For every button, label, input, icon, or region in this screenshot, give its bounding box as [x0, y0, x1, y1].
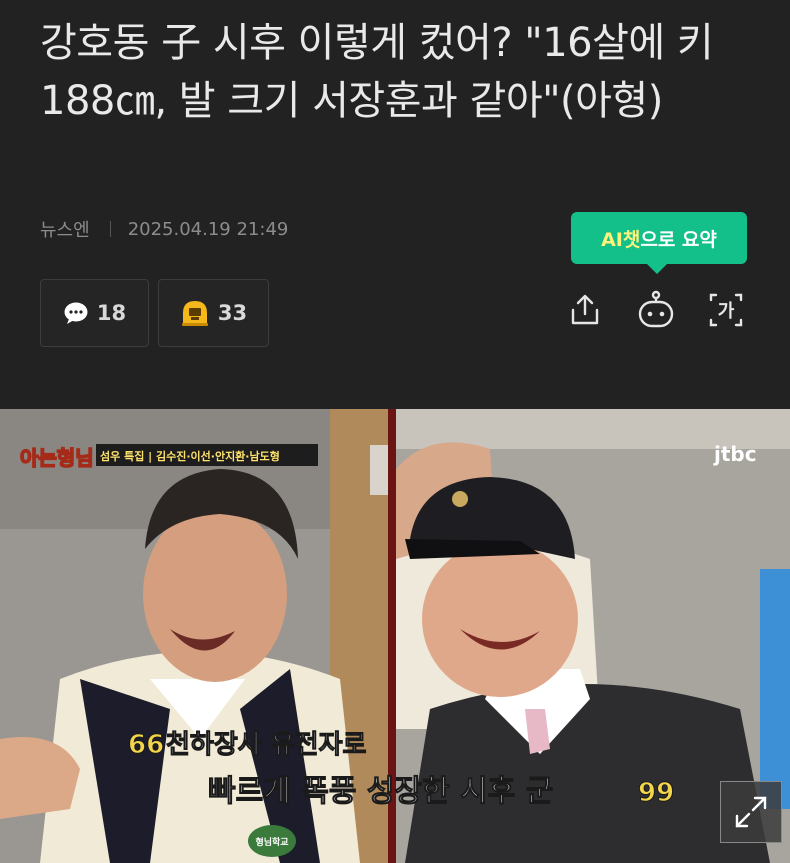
reaction-button[interactable]: 33 [158, 279, 269, 347]
article-title: 강호동 子 시후 이렇게 컸어? "16살에 키 188㎝, 발 크기 서장훈과… [40, 20, 714, 124]
ai-summary-tooltip[interactable]: AI챗 으로 요약 [571, 212, 747, 274]
article-meta: 뉴스엔 2025.04.19 21:49 [40, 216, 288, 242]
reaction-face-icon [181, 301, 208, 326]
meta-divider [109, 221, 111, 237]
reaction-count: 33 [217, 301, 248, 325]
font-size-label: 가 [718, 301, 735, 322]
quote-close-mark: 99 [638, 778, 674, 808]
share-button[interactable] [565, 290, 605, 330]
broadcaster-logo: jtbc [713, 442, 757, 466]
share-icon [571, 294, 599, 325]
expand-icon [735, 796, 767, 828]
expand-image-button[interactable] [720, 781, 782, 843]
article-source[interactable]: 뉴스엔 [40, 216, 90, 242]
font-size-button[interactable]: 가 [706, 290, 746, 330]
school-badge: 형님학교 [255, 836, 288, 848]
show-banner: 섬우 특집 | 김수진·이선·안지환·남도형 [100, 449, 280, 463]
comment-button[interactable]: 18 [40, 279, 149, 347]
caption-line-1: 천하장사 유전자로 [166, 730, 366, 760]
article-datetime: 2025.04.19 21:49 [127, 218, 289, 240]
comment-count: 18 [96, 301, 127, 325]
article-photo[interactable]: 아는형님 섬우 특집 | 김수진·이선·안지환·남도형 jtbc 66 천하장사… [0, 409, 790, 863]
quote-open-mark: 66 [128, 730, 164, 760]
show-logo: 아는형님 [20, 446, 94, 470]
ai-chat-button[interactable] [636, 290, 676, 330]
tv-scene-illustration: 아는형님 섬우 특집 | 김수진·이선·안지환·남도형 jtbc 66 천하장사… [0, 409, 790, 863]
speech-bubble-icon [64, 302, 88, 324]
ai-robot-icon [638, 290, 674, 328]
ai-tooltip-prefix: AI챗 [601, 228, 641, 251]
caption-line-2: 빠르게 폭풍 성장한 시후 군 [208, 774, 553, 809]
ai-tooltip-suffix: 으로 요약 [640, 228, 717, 251]
font-size-icon: 가 [709, 293, 743, 327]
